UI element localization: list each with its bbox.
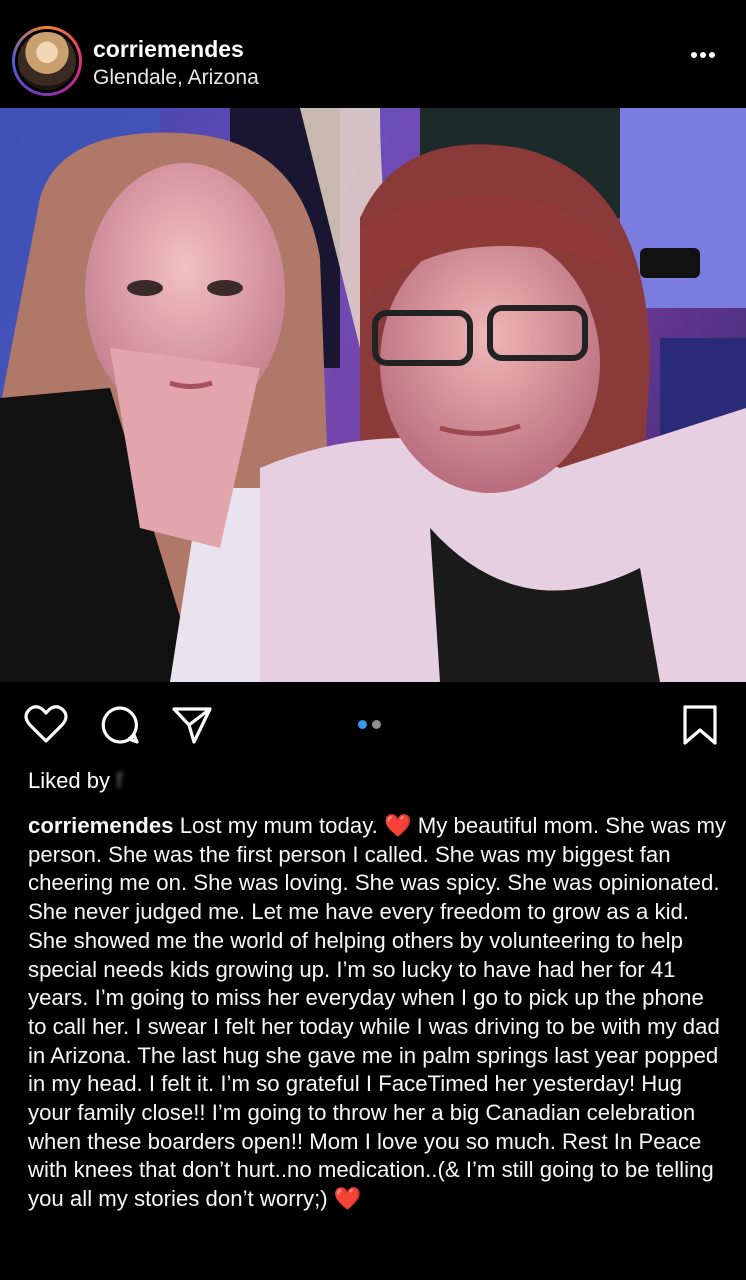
more-options-icon[interactable] [690,40,716,60]
caption-username[interactable]: corriemendes [28,813,174,838]
post-photo[interactable] [0,108,746,682]
post-location[interactable]: Glendale, Arizona [93,66,259,90]
liked-by-obscured: f [109,768,123,793]
avatar[interactable] [12,26,82,96]
heart-emoji: ❤️ [383,813,412,838]
carousel-dot [372,720,381,729]
caption-text-2: My beautiful mom. She was my person. She… [28,813,727,1212]
bookmark-icon[interactable] [682,704,718,751]
heart-icon[interactable] [24,704,68,749]
selfie-illustration [0,108,746,682]
comment-icon[interactable] [99,704,141,751]
carousel-dot-active [358,720,367,729]
post-header: corriemendes Glendale, Arizona [0,0,746,108]
liked-by-text[interactable]: Liked by f [28,768,122,794]
carousel-indicator [358,720,381,729]
avatar-image [18,32,76,90]
heart-emoji-end: ❤️ [333,1186,362,1212]
caption-text-1: Lost my mum today. [173,813,384,838]
post-caption: corriemendes Lost my mum today. ❤️ My be… [28,812,728,1214]
post-username[interactable]: corriemendes [93,36,244,63]
send-icon[interactable] [171,704,213,751]
liked-by-prefix: Liked by [28,768,110,793]
